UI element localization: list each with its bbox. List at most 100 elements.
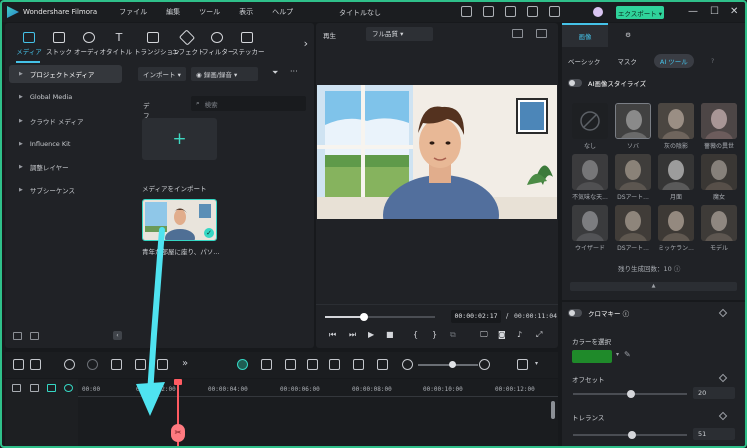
link-icon[interactable] — [30, 384, 39, 392]
mark-out-icon[interactable]: } — [432, 330, 437, 339]
send-icon[interactable] — [461, 6, 472, 17]
eyedropper-icon[interactable]: ✎ — [624, 350, 631, 359]
subtab-basic[interactable]: ベーシック — [568, 56, 600, 66]
menu-view[interactable]: 表示 — [239, 7, 253, 17]
menu-file[interactable]: ファイル — [119, 7, 147, 17]
delete-icon[interactable] — [111, 359, 122, 370]
insert-icon[interactable]: ⧉ — [450, 330, 456, 340]
close-button[interactable]: ✕ — [730, 6, 738, 17]
keyframe-icon[interactable] — [718, 308, 728, 318]
tolerance-value[interactable]: 51 — [693, 428, 735, 440]
timeline-settings-icon[interactable]: ▾ — [535, 360, 538, 367]
media-clip-thumbnail[interactable]: ✓ — [142, 199, 217, 241]
ai-audio-icon[interactable] — [329, 359, 340, 370]
offset-slider-knob[interactable] — [627, 390, 635, 398]
subtab-mask[interactable]: マスク — [617, 56, 637, 66]
redo-icon[interactable] — [87, 359, 98, 370]
tool-audio[interactable]: オーディオ — [74, 23, 106, 63]
tolerance-slider[interactable] — [573, 431, 687, 439]
select-tool-icon[interactable] — [30, 359, 41, 370]
style-ash[interactable] — [658, 103, 694, 139]
tolerance-slider-knob[interactable] — [628, 431, 636, 439]
export-button[interactable]: エクスポート ▾ — [616, 6, 664, 19]
help-icon[interactable]: ? — [711, 57, 714, 65]
stop-icon[interactable]: ■ — [386, 330, 394, 339]
minimize-button[interactable]: — — [688, 6, 698, 17]
layout-grid-icon[interactable] — [13, 359, 24, 370]
zoom-out-icon[interactable] — [402, 359, 413, 370]
progress-knob[interactable] — [359, 313, 368, 321]
style-none[interactable] — [572, 103, 608, 139]
new-folder-icon[interactable] — [13, 332, 22, 340]
expand-bar[interactable]: ▲ — [570, 282, 737, 291]
sidebar-item-subsequence[interactable]: ▶ サブシーケンス — [9, 181, 122, 199]
headphones-icon[interactable] — [505, 6, 516, 17]
filter-icon[interactable]: ⏷ — [272, 68, 278, 78]
download-icon[interactable] — [527, 6, 538, 17]
tool-sticker[interactable]: ステッカー — [232, 23, 265, 63]
marker-icon[interactable] — [285, 359, 296, 370]
style-moon[interactable] — [658, 154, 694, 190]
style-sketch[interactable] — [615, 103, 651, 139]
quality-dropdown[interactable]: フル品質 ▾ — [366, 27, 433, 41]
playhead-scissors-icon[interactable]: ✂ — [171, 424, 185, 442]
camera-icon[interactable]: ◙ — [498, 330, 506, 339]
preview-video[interactable] — [317, 85, 557, 219]
style-witch[interactable] — [701, 154, 737, 190]
track-layout-icon[interactable] — [47, 384, 56, 392]
tab-image[interactable]: 画像 — [562, 23, 608, 47]
subtab-ai-tools[interactable]: AI ツール — [653, 54, 694, 68]
undo-icon[interactable] — [64, 359, 75, 370]
snapshot-view-icon[interactable] — [536, 29, 547, 38]
playhead-handle[interactable] — [174, 379, 182, 385]
menu-edit[interactable]: 編集 — [166, 7, 180, 17]
style-wizard[interactable] — [572, 205, 608, 241]
microphone-icon[interactable] — [307, 359, 318, 370]
record-dropdown[interactable]: ◉ 録画/録音 ▾ — [191, 67, 258, 81]
tool-effect[interactable]: エフェクト — [172, 23, 205, 63]
keyframe-icon[interactable] — [718, 373, 728, 383]
auto-ripple-icon[interactable] — [237, 359, 248, 370]
tab-settings[interactable]: ⚙ — [608, 23, 648, 47]
chroma-key-toggle[interactable] — [568, 309, 582, 317]
scissors-icon[interactable] — [135, 359, 146, 370]
tool-media[interactable]: メディア — [14, 23, 44, 63]
zoom-in-icon[interactable] — [479, 359, 490, 370]
tool-stock[interactable]: ストック — [44, 23, 74, 63]
timeline[interactable]: 00:00 00:00:02:00 00:00:04:00 00:00:06:0… — [5, 379, 558, 446]
avatar[interactable] — [593, 7, 603, 17]
next-frame-icon[interactable]: ⏭ — [349, 330, 356, 340]
zoom-slider-knob[interactable] — [449, 361, 456, 368]
maximize-button[interactable]: ☐ — [710, 6, 719, 17]
tool-transition[interactable]: トランジション — [134, 23, 180, 63]
play-icon[interactable]: ▶ — [368, 330, 374, 339]
previous-frame-icon[interactable]: ⏮ — [329, 330, 336, 340]
folder-icon[interactable] — [30, 332, 39, 340]
offset-slider[interactable] — [573, 390, 687, 398]
menu-help[interactable]: ヘルプ — [272, 7, 293, 17]
volume-icon[interactable]: ♪ — [517, 330, 522, 339]
timeline-scrollbar[interactable] — [551, 401, 555, 419]
sidebar-item-adjustment-layer[interactable]: ▶ 調整レイヤー — [9, 158, 122, 176]
sidebar-item-global-media[interactable]: ▶ Global Media — [9, 88, 122, 106]
ai-style-toggle[interactable] — [568, 79, 582, 87]
import-dropdown[interactable]: インポート ▾ — [138, 67, 186, 81]
sidebar-item-cloud-media[interactable]: ▶ クラウド メディア — [9, 112, 122, 130]
timeline-grid-icon[interactable] — [517, 359, 528, 370]
more-options-icon[interactable]: ··· — [290, 67, 298, 76]
picture-in-picture-icon[interactable] — [353, 359, 364, 370]
zoom-slider[interactable] — [418, 361, 478, 368]
magnet-icon[interactable] — [261, 359, 272, 370]
current-time[interactable]: 00:00:02:17 — [451, 310, 501, 323]
sidebar-item-project-media[interactable]: ▶ プロジェクトメディア — [9, 65, 122, 83]
style-eerie[interactable] — [572, 154, 608, 190]
style-model[interactable] — [701, 205, 737, 241]
style-ds-art-2[interactable] — [615, 205, 651, 241]
toolbar-next-icon[interactable]: › — [304, 37, 308, 50]
swatch-dropdown-icon[interactable]: ▾ — [616, 351, 619, 358]
playback-progress[interactable] — [325, 313, 435, 321]
import-media-tile[interactable]: + — [142, 118, 217, 160]
offset-value[interactable]: 20 — [693, 387, 735, 399]
layout-icon[interactable] — [549, 6, 560, 17]
speed-icon[interactable] — [377, 359, 388, 370]
